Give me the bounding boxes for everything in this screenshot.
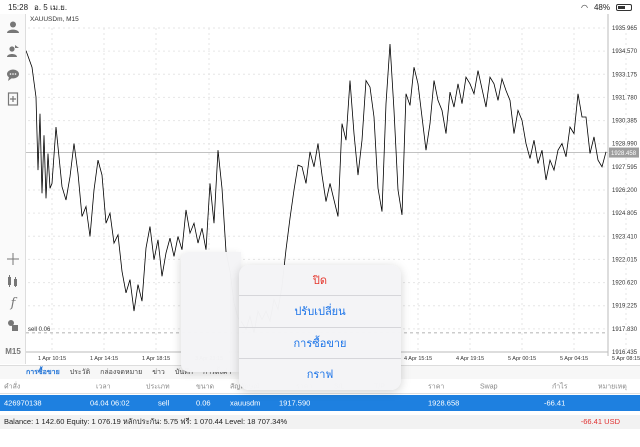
column-header: กำไร (552, 383, 568, 390)
person-icon[interactable] (4, 18, 22, 36)
price-label: 1935.965 (612, 26, 638, 32)
indicators-icon[interactable] (4, 272, 22, 290)
tab-0[interactable]: การซื้อขาย (26, 367, 60, 378)
status-date: อ. 5 เม.ย. (34, 2, 68, 12)
tab-3[interactable]: ข่าว (152, 367, 165, 378)
person-add-icon[interactable] (4, 42, 22, 60)
price-label: 1930.385 (612, 119, 638, 125)
time-label: 1 Apr 18:15 (142, 356, 170, 362)
table-row[interactable]: 426970138 04.04 06:02 sell 0.06 xauusdm … (0, 395, 640, 411)
current-price-label: 1928.458 (611, 151, 637, 157)
column-header: ประเภท (146, 383, 170, 390)
price-label: 1924.805 (612, 211, 638, 217)
price-label: 1931.780 (612, 95, 638, 101)
price-label: 1917.830 (612, 327, 638, 333)
price-label: 1926.200 (612, 188, 638, 194)
time-label: 1 Apr 10:15 (38, 356, 66, 362)
price-label: 1934.570 (612, 49, 638, 55)
column-header: เวลา (96, 383, 111, 390)
currency-label: USD (604, 417, 620, 426)
order-id: 426970138 (4, 398, 42, 408)
price-label: 1922.015 (612, 257, 638, 263)
menu-chart[interactable]: กราฟ (239, 359, 401, 390)
column-header: Swap (480, 383, 498, 390)
wifi-icon: ◠ (581, 2, 588, 12)
add-document-icon[interactable] (4, 90, 22, 108)
time-label: 5 Apr 00:15 (508, 356, 536, 362)
order-symbol: xauusdm (230, 398, 261, 408)
price-label: 1927.595 (612, 165, 638, 171)
price-label: 1919.225 (612, 304, 638, 310)
tab-1[interactable]: ประวัติ (70, 367, 90, 378)
order-open-price: 1917.590 (279, 398, 311, 408)
time-label: 4 Apr 19:15 (456, 356, 484, 362)
order-type: sell (158, 398, 170, 408)
order-time: 04.04 06:02 (90, 398, 130, 408)
function-icon[interactable]: f (4, 294, 22, 312)
time-label: 4 Apr 15:15 (404, 356, 432, 362)
column-header: ราคา (428, 383, 445, 390)
objects-icon[interactable] (4, 316, 22, 334)
order-price: 1928.658 (428, 398, 460, 408)
order-volume: 0.06 (196, 398, 211, 408)
order-profit: -66.41 (544, 398, 566, 408)
status-time: 15:28 (8, 2, 29, 12)
battery-percent: 48% (593, 2, 610, 12)
timeframe-button[interactable]: M15 (4, 342, 22, 360)
sell-order-label: sell 0.06 (28, 327, 51, 333)
time-label: 1 Apr 14:15 (90, 356, 118, 362)
time-label: 5 Apr 04:15 (560, 356, 588, 362)
left-toolbar: f M15 (0, 14, 26, 364)
menu-trade[interactable]: การซื้อขาย (239, 328, 401, 359)
tab-2[interactable]: กล่องจดหมาย (100, 367, 142, 378)
price-label: 1933.175 (612, 72, 638, 78)
price-label: 1920.620 (612, 281, 638, 287)
action-menu: ปิด ปรับเปลี่ยน การซื้อขาย กราฟ (239, 265, 401, 390)
column-header: คำสั่ง (4, 383, 21, 390)
column-header: หมายเหตุ (598, 383, 627, 390)
balance-bar: Balance: 1 142.60 Equity: 1 076.19 หลักป… (0, 415, 640, 429)
status-bar: 15:28 อ. 5 เม.ย. ◠ 48% (0, 0, 640, 14)
crosshair-icon[interactable] (4, 250, 22, 268)
chat-icon[interactable] (4, 66, 22, 84)
total-profit: -66.41 (580, 417, 602, 426)
balance-summary: Balance: 1 142.60 Equity: 1 076.19 หลักป… (4, 417, 288, 426)
popover-background (181, 252, 241, 372)
price-label: 1923.410 (612, 234, 638, 240)
menu-close-position[interactable]: ปิด (239, 265, 401, 297)
price-label: 1928.990 (612, 142, 638, 148)
battery-icon (616, 3, 632, 11)
menu-modify[interactable]: ปรับเปลี่ยน (239, 296, 401, 328)
time-label: 5 Apr 08:15 (612, 356, 640, 362)
column-header: ขนาด (196, 383, 215, 390)
